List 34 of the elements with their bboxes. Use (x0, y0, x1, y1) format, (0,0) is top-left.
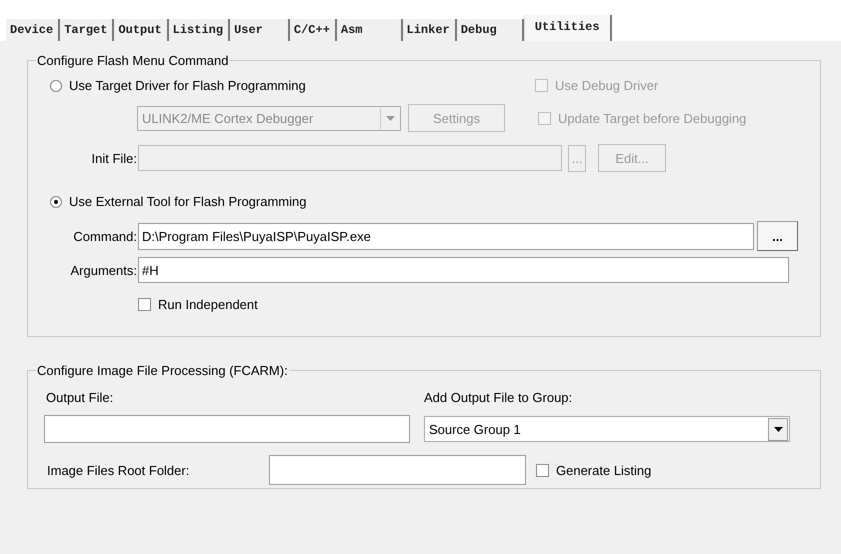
tab[interactable]: Linker (402, 19, 457, 41)
tab[interactable]: Asm (336, 19, 403, 41)
field-label: Arguments: (70, 262, 138, 278)
radio-button[interactable] (50, 80, 62, 92)
tab[interactable]: C/C++ (290, 19, 337, 41)
group-title: Configure Image File Processing (FCARM): (36, 363, 289, 378)
tab[interactable]: Utilities (524, 15, 612, 41)
checkbox-label: Generate Listing (556, 462, 652, 478)
field-label: Image Files Root Folder: (47, 462, 190, 478)
field-label: Command: (72, 228, 138, 244)
radio-label: Use Target Driver for Flash Programming (69, 78, 306, 93)
tab[interactable]: Output (114, 19, 169, 41)
checkbox[interactable] (536, 464, 549, 476)
checkbox-label: Update Target before Debugging (558, 110, 746, 126)
radio-option[interactable]: Use Target Driver for Flash Programming (50, 78, 535, 93)
group-dropdown[interactable]: Source Group 1 (424, 416, 790, 442)
tab[interactable]: Device (6, 19, 60, 41)
browse-button[interactable]: ... (757, 221, 798, 251)
field-label: Add Output File to Group: (424, 390, 572, 405)
tab[interactable]: Debug (456, 19, 524, 41)
group-title: Configure Flash Menu Command (36, 53, 230, 68)
tab[interactable]: Target (60, 19, 114, 41)
arguments-field[interactable]: #H (138, 257, 789, 283)
output-file-field[interactable] (44, 415, 410, 443)
checkbox-label: Use Debug Driver (555, 78, 658, 93)
tab[interactable]: Listing (168, 19, 230, 41)
checkbox[interactable] (138, 298, 151, 311)
field-label: Output File: (46, 390, 114, 405)
checkbox-label: Run Independent (158, 297, 258, 312)
tab[interactable]: User (230, 19, 290, 41)
root-folder-field[interactable] (269, 455, 526, 485)
field-label: Init File: (90, 150, 138, 166)
radio-button[interactable] (50, 196, 62, 208)
command-field[interactable]: D:\Program Files\PuyaISP\PuyaISP.exe (138, 222, 754, 250)
